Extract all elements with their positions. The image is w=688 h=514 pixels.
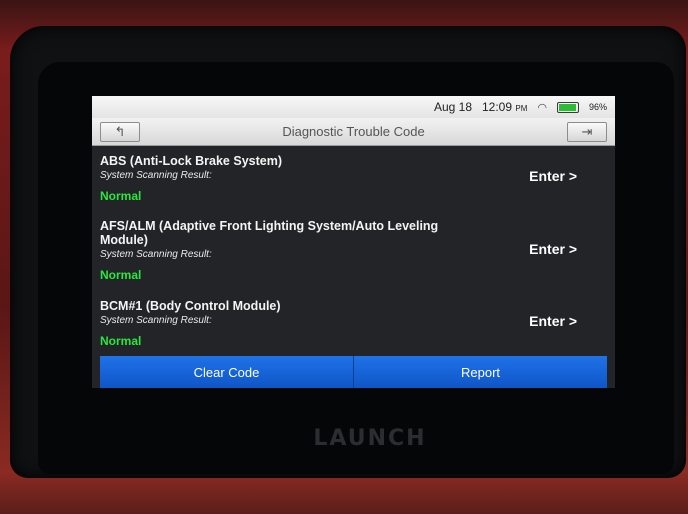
- page-title: Diagnostic Trouble Code: [282, 124, 425, 139]
- tablet-screen: Aug 18 12:09 PM ◠ 96% ↰ Diagnostic Troub…: [92, 96, 615, 388]
- device-brand-logo: LAUNCH: [313, 426, 427, 451]
- scan-result-value: Normal: [100, 189, 142, 203]
- system-name: AFS/ALM (Adaptive Front Lighting System/…: [100, 219, 439, 247]
- system-list: ABS (Anti-Lock Brake System) System Scan…: [92, 146, 615, 356]
- system-row-abs: ABS (Anti-Lock Brake System) System Scan…: [100, 146, 607, 211]
- enter-button-afs-alm[interactable]: Enter >: [529, 241, 577, 257]
- status-date: Aug 18: [433, 100, 472, 114]
- clear-code-button[interactable]: Clear Code: [100, 356, 354, 388]
- back-button[interactable]: ↰: [100, 121, 140, 142]
- exit-button[interactable]: ⇥: [566, 121, 607, 142]
- battery-icon: [556, 101, 579, 113]
- title-bar: ↰ Diagnostic Trouble Code ⇥: [92, 118, 615, 146]
- scan-result-value: Normal: [100, 268, 142, 282]
- status-ampm: PM: [515, 104, 528, 113]
- wifi-icon: ◠: [537, 101, 547, 114]
- exit-icon: ⇥: [581, 123, 593, 139]
- battery-percent: 96%: [588, 102, 607, 112]
- scan-result-value: Normal: [100, 334, 142, 348]
- system-name: BCM#1 (Body Control Module): [100, 299, 281, 313]
- status-bar: Aug 18 12:09 PM ◠ 96%: [92, 96, 615, 118]
- status-time: 12:09 PM: [482, 100, 528, 114]
- back-icon: ↰: [114, 123, 126, 139]
- system-name: ABS (Anti-Lock Brake System): [100, 154, 282, 168]
- system-row-bcm1: BCM#1 (Body Control Module) System Scann…: [100, 291, 607, 356]
- battery-fill: [558, 103, 577, 111]
- enter-button-abs[interactable]: Enter >: [529, 168, 577, 184]
- bottom-action-bar: Clear Code Report: [100, 356, 607, 388]
- report-button[interactable]: Report: [354, 356, 607, 388]
- system-row-afs-alm: AFS/ALM (Adaptive Front Lighting System/…: [100, 211, 607, 291]
- enter-button-bcm1[interactable]: Enter >: [529, 313, 577, 329]
